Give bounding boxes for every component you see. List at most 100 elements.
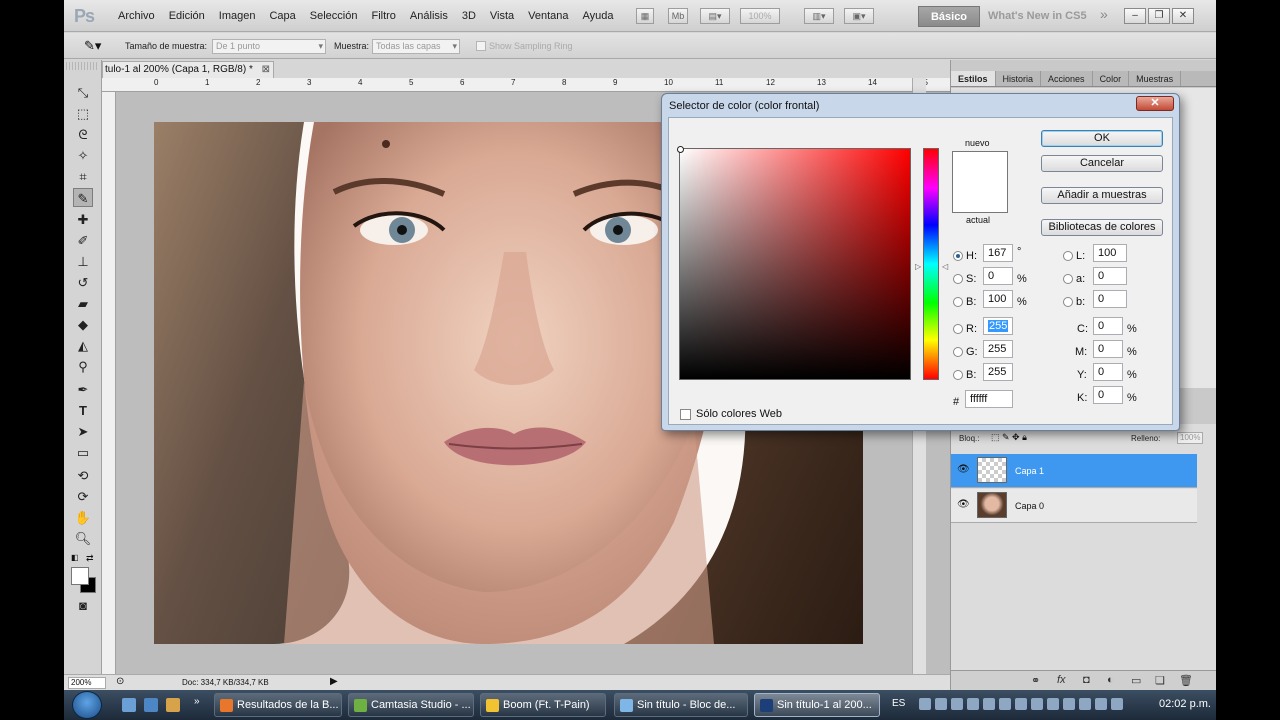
mini-bridge-icon[interactable]: Mb	[668, 8, 688, 24]
eyedropper-preset-icon[interactable]: ✎▾	[84, 38, 101, 54]
cancel-button[interactable]: Cancelar	[1041, 155, 1163, 172]
tab-historia[interactable]: Historia	[996, 71, 1042, 86]
horizontal-ruler[interactable]: 0 1 2 3 4 5 6 7 8 9 10 11 12 13 14 15	[102, 78, 950, 92]
sampling-ring-checkbox[interactable]	[476, 41, 486, 51]
hue-slider-left-arrow-icon[interactable]: ▷	[915, 262, 921, 271]
tray-icon[interactable]	[1079, 698, 1091, 710]
blue-radio[interactable]	[953, 370, 963, 380]
taskbar-item[interactable]: Boom (Ft. T-Pain)	[480, 693, 606, 717]
document-tab-close-icon[interactable]: ⊠	[262, 62, 270, 78]
tray-icon[interactable]	[935, 698, 947, 710]
delete-layer-icon[interactable]: 🗑︎	[1179, 674, 1193, 687]
magenta-input[interactable]: 0	[1093, 340, 1123, 358]
menu-imagen[interactable]: Imagen	[212, 10, 263, 22]
saturation-input[interactable]: 0	[983, 267, 1013, 285]
layer-row[interactable]: 👁︎ Capa 0	[951, 489, 1197, 523]
default-colors-icon[interactable]: ◧	[71, 553, 79, 562]
color-field-marker[interactable]	[677, 146, 684, 153]
move-tool-icon[interactable]: ⤡	[73, 83, 93, 102]
pen-tool-icon[interactable]: ✒	[73, 380, 93, 399]
show-desktop-icon[interactable]	[122, 698, 136, 712]
tray-icon[interactable]	[967, 698, 979, 710]
quick-launch-folder-icon[interactable]	[166, 698, 180, 712]
foreground-color-swatch[interactable]	[71, 567, 89, 585]
vertical-ruler[interactable]	[102, 92, 116, 674]
link-layers-icon[interactable]: ⚭	[1031, 674, 1040, 687]
taskbar-item[interactable]: Camtasia Studio - ...	[348, 693, 474, 717]
eraser-tool-icon[interactable]: ▰	[73, 294, 93, 313]
visibility-eye-icon[interactable]: 👁︎	[957, 464, 970, 475]
path-selection-tool-icon[interactable]: ➤	[73, 422, 93, 441]
quick-selection-tool-icon[interactable]: ✧	[73, 146, 93, 165]
saturation-brightness-field[interactable]	[677, 146, 911, 380]
hex-input[interactable]: ffffff	[965, 390, 1013, 408]
tray-icon[interactable]	[1015, 698, 1027, 710]
tray-icon[interactable]	[1047, 698, 1059, 710]
red-radio[interactable]	[953, 324, 963, 334]
tray-icon[interactable]	[1095, 698, 1107, 710]
lab-b-input[interactable]: 0	[1093, 290, 1127, 308]
shape-tool-icon[interactable]: ▭	[73, 443, 93, 462]
add-mask-icon[interactable]: ◘	[1083, 674, 1090, 686]
hand-tool-icon[interactable]: ✋	[73, 508, 93, 527]
menu-edicion[interactable]: Edición	[162, 10, 212, 22]
ok-button[interactable]: OK	[1041, 130, 1163, 147]
restore-icon[interactable]: ❐	[1148, 8, 1170, 24]
paint-bucket-tool-icon[interactable]: ◆	[73, 315, 93, 334]
taskbar-item[interactable]: Sin título - Bloc de...	[614, 693, 748, 717]
brush-tool-icon[interactable]: ✐	[73, 231, 93, 250]
tray-icon[interactable]	[999, 698, 1011, 710]
tray-icon[interactable]	[983, 698, 995, 710]
tab-acciones[interactable]: Acciones	[1041, 71, 1093, 86]
layer-style-icon[interactable]: fx	[1057, 674, 1066, 686]
web-colors-only-checkbox[interactable]	[680, 409, 691, 420]
arrange-documents-icon[interactable]: ▥▾	[804, 8, 834, 24]
close-window-icon[interactable]: ✕	[1172, 8, 1194, 24]
3d-rotate-tool-icon[interactable]: ⟲	[73, 466, 93, 485]
start-button[interactable]	[72, 691, 102, 719]
tray-icon[interactable]	[1111, 698, 1123, 710]
lock-icons[interactable]: ⬚ ✎ ✥ 🔒︎	[991, 432, 1027, 443]
lab-a-input[interactable]: 0	[1093, 267, 1127, 285]
swap-colors-icon[interactable]: ⇄	[86, 553, 94, 564]
quick-launch-more-icon[interactable]: »	[194, 696, 200, 707]
lab-l-radio[interactable]	[1063, 251, 1073, 261]
zoom-level-field[interactable]: 100%	[740, 8, 780, 24]
visibility-eye-icon[interactable]: 👁︎	[957, 499, 970, 510]
eyedropper-tool-icon[interactable]: ✎	[73, 188, 93, 207]
dodge-tool-icon[interactable]: ⚲	[73, 357, 93, 376]
cyan-input[interactable]: 0	[1093, 317, 1123, 335]
new-group-icon[interactable]: ▭	[1131, 674, 1141, 687]
hue-radio[interactable]	[953, 251, 963, 261]
status-zoom-field[interactable]: 200%	[68, 677, 106, 689]
menu-ventana[interactable]: Ventana	[521, 10, 575, 22]
status-info-arrow-icon[interactable]: ▶	[330, 676, 338, 687]
menu-seleccion[interactable]: Selección	[303, 10, 365, 22]
blur-tool-icon[interactable]: ◭	[73, 336, 93, 355]
lab-b-radio[interactable]	[1063, 297, 1073, 307]
tray-icon[interactable]	[919, 698, 931, 710]
close-icon[interactable]: ✕	[1136, 96, 1174, 111]
document-tab[interactable]: tulo-1 al 200% (Capa 1, RGB/8) * ⊠	[102, 61, 274, 78]
crop-tool-icon[interactable]: ⌗	[73, 167, 93, 186]
quick-mask-icon[interactable]: ◙	[73, 596, 93, 615]
green-radio[interactable]	[953, 347, 963, 357]
yellow-input[interactable]: 0	[1093, 363, 1123, 381]
healing-brush-tool-icon[interactable]: ✚	[73, 210, 93, 229]
brightness-input[interactable]: 100	[983, 290, 1013, 308]
menu-archivo[interactable]: Archivo	[111, 10, 162, 22]
taskbar-clock[interactable]: 02:02 p.m.	[1159, 698, 1211, 710]
screen-mode-icon[interactable]: ▣▾	[844, 8, 874, 24]
black-input[interactable]: 0	[1093, 386, 1123, 404]
tab-estilos[interactable]: Estilos	[951, 71, 996, 86]
launch-bridge-icon[interactable]: ▦	[636, 8, 654, 24]
language-indicator[interactable]: ES	[892, 698, 905, 709]
toolbox-grip[interactable]	[66, 62, 98, 70]
menu-capa[interactable]: Capa	[262, 10, 302, 22]
taskbar-item[interactable]: Sin título-1 al 200...	[754, 693, 880, 717]
brightness-radio[interactable]	[953, 297, 963, 307]
adjustment-layer-icon[interactable]: ◐	[1107, 674, 1114, 686]
menu-ayuda[interactable]: Ayuda	[576, 10, 621, 22]
color-libraries-button[interactable]: Bibliotecas de colores	[1041, 219, 1163, 236]
status-menu-icon[interactable]: ⊙	[116, 676, 124, 687]
